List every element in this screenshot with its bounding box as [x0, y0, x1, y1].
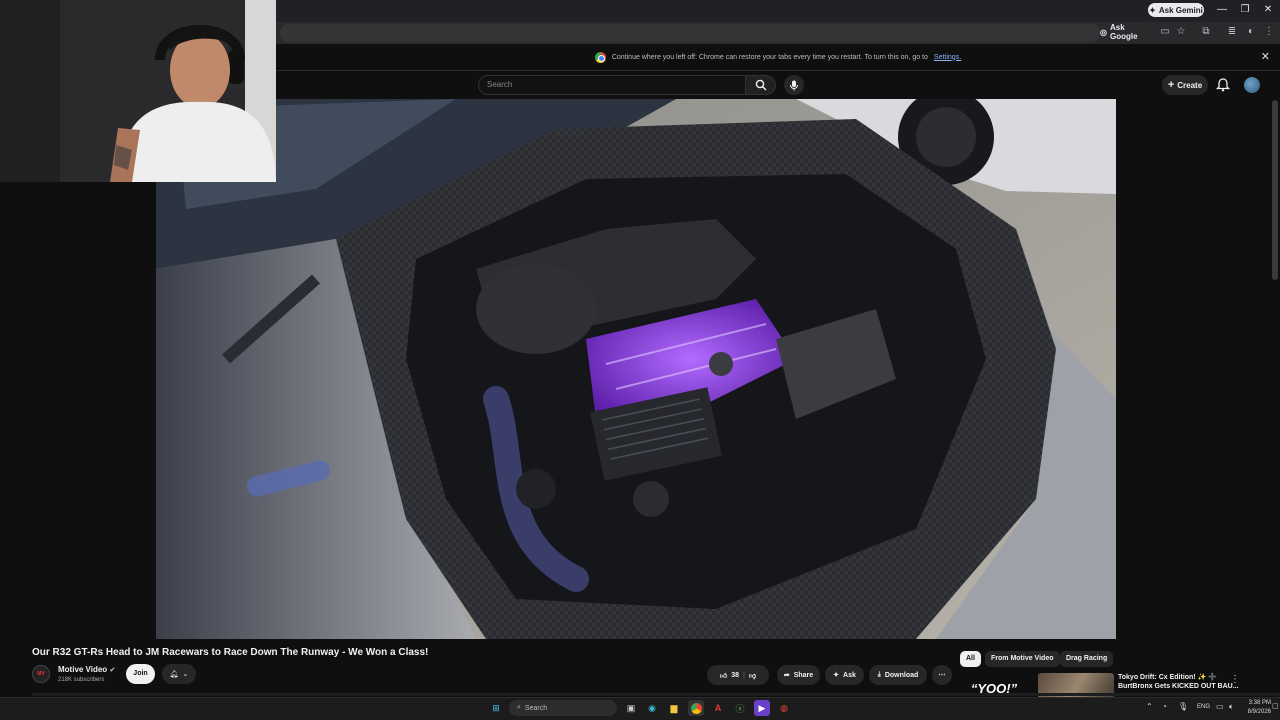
microphone-icon — [790, 80, 798, 90]
more-horizontal-icon: ⋯ — [938, 672, 946, 679]
bell-icon: 🔔︎ — [169, 671, 179, 678]
plus-icon: + — [1167, 79, 1175, 91]
windows-start-icon[interactable]: ⊞ — [488, 700, 504, 716]
streaming-app-icon[interactable]: ▶ — [754, 700, 770, 716]
profile-chrome-icon[interactable]: ◐ — [1244, 25, 1258, 39]
clock-date[interactable]: 8/9/2026 — [1243, 709, 1271, 715]
restore-tabs-banner: Continue where you left off: Chrome can … — [276, 44, 1280, 71]
chrome-profile-taskbar-icon[interactable]: ◍ — [776, 700, 792, 716]
search-input[interactable]: Search — [478, 75, 746, 95]
page-divider — [32, 693, 1280, 696]
windows-taskbar — [0, 697, 1280, 720]
thumbs-up-icon: 👍︎ — [719, 672, 728, 680]
ask-gemini-button[interactable]: ✦ Ask Gemini — [1148, 3, 1204, 17]
video-player[interactable] — [156, 99, 1116, 639]
taskbar-search-input[interactable]: ⌕ Search — [509, 700, 617, 716]
like-dislike-group: 👍︎ 38 | 👎︎ — [707, 665, 769, 685]
chip-from-channel[interactable]: From Motive Video — [985, 651, 1060, 667]
xbox-icon[interactable]: ⓧ — [732, 700, 748, 716]
recommendation-more-icon[interactable]: ⋮ — [1230, 674, 1240, 685]
thumbs-down-icon[interactable]: 👎︎ — [749, 671, 756, 680]
tab-strip[interactable] — [276, 0, 1280, 22]
subscribed-notifications-button[interactable]: 🔔︎ ⌄ — [162, 664, 196, 684]
sparkle-icon: ✦ — [1149, 5, 1156, 15]
chrome-taskbar-icon[interactable] — [688, 700, 704, 716]
settings-link[interactable]: Settings. — [934, 54, 961, 61]
share-button[interactable]: ➦ Share — [777, 665, 820, 685]
restore-banner-message: Continue where you left off: Chrome can … — [611, 53, 928, 61]
download-button[interactable]: ⤓ Download — [869, 665, 927, 685]
close-banner-icon[interactable]: ✕ — [1261, 50, 1270, 63]
google-lens-icon: ◎ — [1100, 27, 1107, 37]
sparkle-icon: ✦ — [833, 672, 840, 679]
video-frame-engine-bay — [156, 99, 1116, 639]
chip-drag-racing[interactable]: Drag Racing — [1060, 651, 1114, 667]
chip-all[interactable]: All — [960, 651, 981, 667]
join-button[interactable]: Join — [126, 664, 155, 684]
reading-list-icon[interactable]: ≣ — [1225, 25, 1239, 39]
youtube-header — [276, 72, 1280, 99]
tray-mic-icon[interactable]: 🎙︎ — [1178, 702, 1188, 711]
verified-icon: ✔ — [109, 667, 116, 674]
ask-google-button[interactable]: ◎ Ask Google — [1100, 23, 1154, 41]
channel-name[interactable]: Motive Video ✔ — [58, 665, 115, 674]
notifications-icon[interactable]: ▢ — [1272, 702, 1279, 710]
clock-time[interactable]: 3:38 PM — [1247, 700, 1271, 706]
chrome-logo-icon — [594, 51, 606, 63]
search-icon: ⌕ — [517, 704, 521, 711]
recommendation-title-line-2[interactable]: BurtBronx Gets KICKED OUT BAU... — [1118, 683, 1239, 690]
chevron-down-icon: ⌄ — [182, 671, 189, 678]
minimize-button[interactable]: — — [1210, 2, 1234, 18]
recommendation-title-line-1[interactable]: Tokyo Drift: Cx Edition! ✨ ➕ — [1118, 673, 1217, 681]
file-explorer-icon[interactable]: ▆ — [666, 700, 682, 716]
voice-search-button[interactable] — [784, 75, 804, 95]
maximize-button[interactable]: ❐ — [1233, 2, 1257, 18]
video-title: Our R32 GT-Rs Head to JM Racewars to Rac… — [32, 647, 429, 658]
more-actions-button[interactable]: ⋯ — [932, 665, 952, 685]
tray-app-icon[interactable]: ◔ — [1162, 702, 1167, 711]
tray-chevron-up-icon[interactable]: ⌃ — [1146, 702, 1153, 711]
adobe-acrobat-icon[interactable]: A — [710, 700, 726, 716]
cast-icon[interactable]: ▭ — [1158, 25, 1172, 39]
page-scrollbar[interactable] — [1272, 100, 1278, 280]
volume-icon[interactable]: 🔈︎ — [1229, 702, 1234, 712]
bookmark-star-icon[interactable]: ☆ — [1174, 25, 1188, 39]
network-icon[interactable]: ▭ — [1216, 702, 1224, 711]
edge-icon[interactable]: ◉ — [644, 700, 660, 716]
notifications-bell-icon[interactable] — [1215, 77, 1231, 93]
webcam-overlay — [0, 0, 276, 182]
input-language[interactable]: ENG — [1197, 704, 1210, 710]
task-view-icon[interactable]: ▣ — [623, 700, 639, 716]
channel-avatar[interactable]: MV — [32, 665, 50, 683]
share-icon: ➦ — [783, 672, 790, 679]
download-icon: ⤓ — [877, 671, 881, 678]
close-window-button[interactable]: ✕ — [1256, 2, 1280, 18]
search-button[interactable] — [746, 75, 776, 95]
omnibox[interactable] — [280, 24, 1100, 42]
divider: | — [743, 671, 745, 679]
like-button[interactable]: 👍︎ 38 — [720, 671, 739, 680]
subscriber-count: 218K subscribers — [58, 677, 105, 683]
extensions-icon[interactable]: ⧉ — [1199, 25, 1213, 39]
ask-button[interactable]: ✦ Ask — [825, 665, 864, 685]
create-button[interactable]: + Create — [1162, 75, 1208, 95]
streamer-webcam-image — [0, 0, 276, 182]
chrome-menu-icon[interactable]: ⋮ — [1262, 25, 1276, 39]
profile-avatar[interactable] — [1244, 77, 1260, 93]
search-icon — [755, 79, 766, 91]
